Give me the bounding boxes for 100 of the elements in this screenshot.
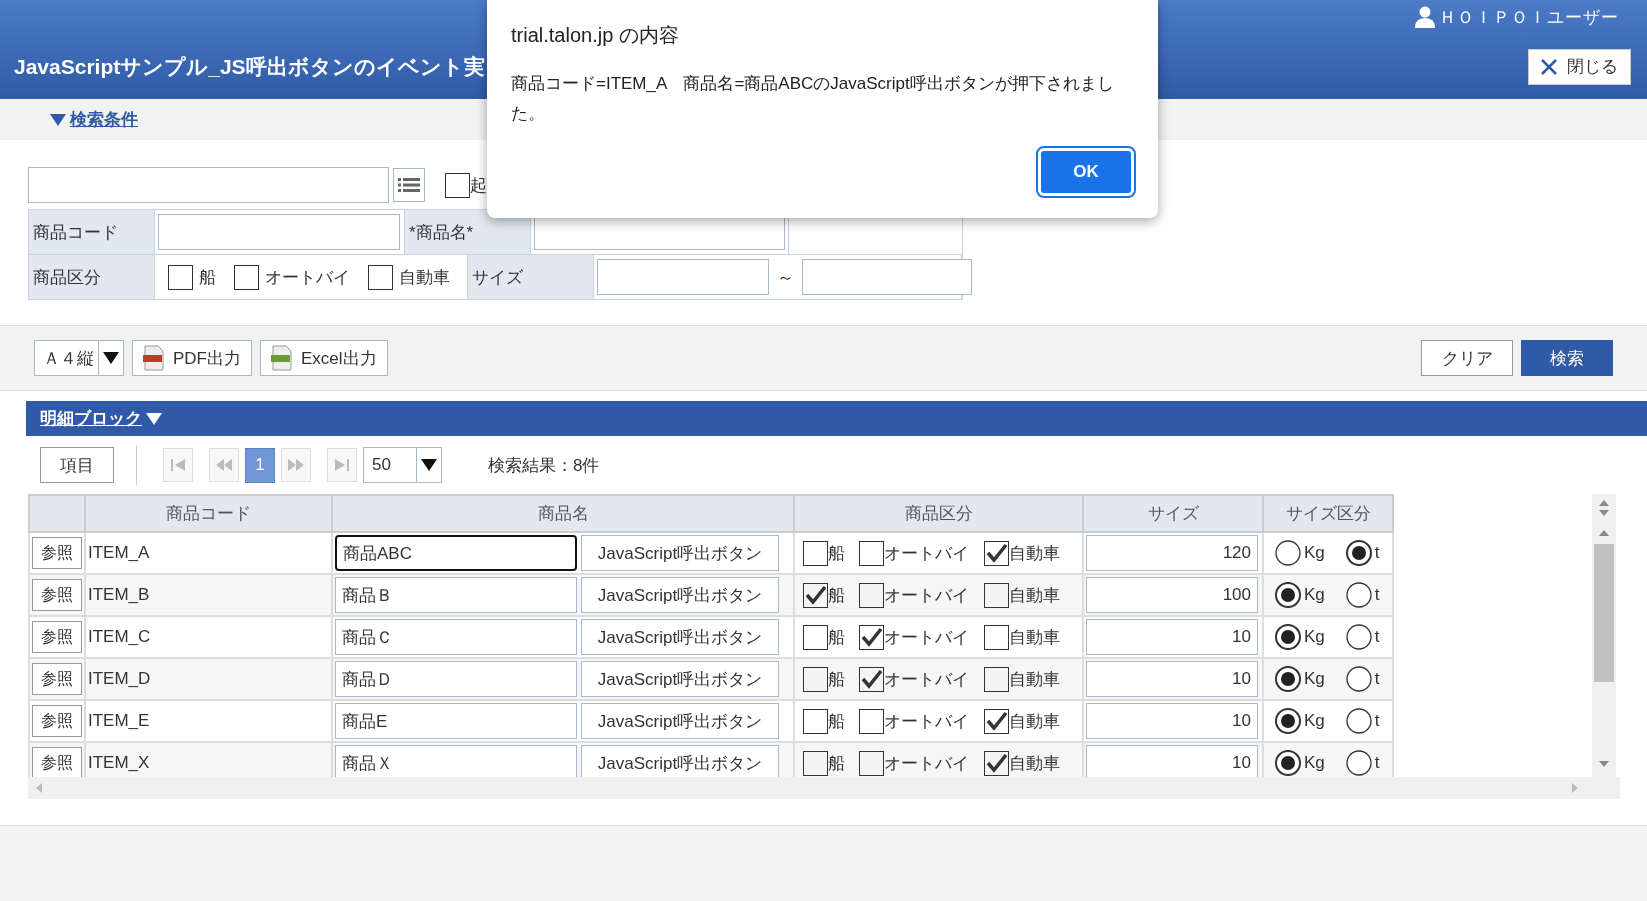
- checkbox[interactable]: [168, 264, 193, 290]
- checkbox[interactable]: [859, 750, 884, 776]
- radio-label: t: [1374, 543, 1380, 563]
- reference-button[interactable]: 参照: [32, 537, 82, 569]
- javascript-call-button[interactable]: JavaScript呼出ボタン: [581, 535, 779, 571]
- option-label: 起: [470, 174, 487, 197]
- paper-size-select[interactable]: Ａ４縦: [34, 340, 124, 376]
- radio-button[interactable]: [1345, 708, 1372, 734]
- checkbox[interactable]: [984, 750, 1009, 776]
- size-input[interactable]: 10: [1086, 619, 1258, 655]
- javascript-call-button[interactable]: JavaScript呼出ボタン: [581, 577, 779, 613]
- checkbox[interactable]: [859, 708, 884, 734]
- checkbox-label: 自動車: [1009, 542, 1060, 565]
- ok-button[interactable]: OK: [1038, 148, 1134, 196]
- size-input[interactable]: 120: [1086, 535, 1258, 571]
- product-name-input[interactable]: 商品Ｃ: [335, 619, 577, 655]
- size-from-field[interactable]: [597, 259, 769, 295]
- field-label: *商品名*: [409, 221, 474, 244]
- export-button[interactable]: PDF出力: [132, 340, 252, 376]
- javascript-call-button[interactable]: JavaScript呼出ボタン: [581, 745, 779, 777]
- radio-button[interactable]: [1345, 582, 1372, 608]
- first-page-icon: [170, 459, 186, 471]
- checkbox[interactable]: [803, 708, 828, 734]
- checkbox[interactable]: [859, 582, 884, 608]
- checkbox-label: オートバイ: [884, 752, 969, 775]
- radio-button[interactable]: [1275, 666, 1301, 692]
- clear-button[interactable]: クリア: [1421, 340, 1513, 376]
- radio-button[interactable]: [1345, 666, 1372, 692]
- checkbox[interactable]: [368, 264, 393, 290]
- vertical-scrollbar[interactable]: [1592, 494, 1616, 777]
- size-input[interactable]: 10: [1086, 745, 1258, 777]
- javascript-call-button[interactable]: JavaScript呼出ボタン: [581, 619, 779, 655]
- checkbox[interactable]: [984, 708, 1009, 734]
- columns-button[interactable]: 項目: [40, 447, 114, 483]
- field-label: サイズ: [472, 266, 523, 289]
- checkbox[interactable]: [984, 582, 1009, 608]
- checkbox[interactable]: [984, 540, 1009, 566]
- checkbox[interactable]: [859, 540, 884, 566]
- checkbox[interactable]: [445, 172, 470, 198]
- radio-button[interactable]: [1275, 624, 1301, 650]
- column-header: 商品区分: [904, 504, 973, 523]
- reference-button[interactable]: 参照: [32, 747, 82, 777]
- size-input[interactable]: 10: [1086, 661, 1258, 697]
- size-input[interactable]: 10: [1086, 703, 1258, 739]
- checkbox[interactable]: [234, 264, 259, 290]
- javascript-call-button[interactable]: JavaScript呼出ボタン: [581, 703, 779, 739]
- search-conditions-link[interactable]: 検索条件: [70, 108, 138, 131]
- file-icon: [143, 345, 165, 371]
- keyword-field[interactable]: [28, 167, 389, 203]
- reference-button[interactable]: 参照: [32, 663, 82, 695]
- list-button[interactable]: [393, 168, 425, 202]
- radio-button[interactable]: [1345, 540, 1372, 566]
- checkbox-label: 自動車: [1009, 752, 1060, 775]
- checkbox[interactable]: [803, 624, 828, 650]
- product-name-input[interactable]: 商品ABC: [335, 535, 577, 571]
- reference-button[interactable]: 参照: [32, 579, 82, 611]
- checkbox[interactable]: [984, 666, 1009, 692]
- table-cell: ITEM_D: [88, 669, 151, 688]
- product-name-input[interactable]: 商品Ｄ: [335, 661, 577, 697]
- javascript-call-button[interactable]: JavaScript呼出ボタン: [581, 661, 779, 697]
- user-name: ＨＯＩＰＯＩユーザー: [1439, 6, 1619, 29]
- rewind-icon: [216, 459, 232, 471]
- reference-button[interactable]: 参照: [32, 621, 82, 653]
- checkbox-label: オートバイ: [884, 584, 969, 607]
- radio-label: Kg: [1304, 585, 1325, 605]
- checkbox-label: 船: [828, 584, 845, 607]
- checkbox[interactable]: [984, 624, 1009, 650]
- column-header: サイズ区分: [1285, 504, 1371, 523]
- checkbox[interactable]: [803, 540, 828, 566]
- product-name-input[interactable]: 商品E: [335, 703, 577, 739]
- checkbox[interactable]: [803, 666, 828, 692]
- page-title: JavaScriptサンプル_JS呼出ボタンのイベント実: [14, 53, 485, 80]
- table-cell: ITEM_C: [88, 627, 151, 646]
- fast-forward-icon: [288, 459, 304, 471]
- radio-button[interactable]: [1275, 750, 1301, 776]
- checkbox[interactable]: [803, 582, 828, 608]
- product-code-field[interactable]: [158, 214, 400, 250]
- radio-button[interactable]: [1345, 624, 1372, 650]
- radio-button[interactable]: [1275, 708, 1301, 734]
- size-to-field[interactable]: [802, 259, 972, 295]
- radio-button[interactable]: [1275, 540, 1301, 566]
- radio-button[interactable]: [1275, 582, 1301, 608]
- search-button[interactable]: 検索: [1521, 340, 1613, 376]
- detail-block-link[interactable]: 明細ブロック: [40, 407, 142, 430]
- column-header: 商品名: [537, 504, 589, 523]
- checkbox[interactable]: [859, 666, 884, 692]
- export-button[interactable]: Excel出力: [260, 340, 388, 376]
- field-label: 商品区分: [33, 266, 101, 289]
- checkbox[interactable]: [859, 624, 884, 650]
- product-name-input[interactable]: 商品Ｘ: [335, 745, 577, 777]
- checkbox[interactable]: [803, 750, 828, 776]
- product-name-input[interactable]: 商品Ｂ: [335, 577, 577, 613]
- radio-label: Kg: [1304, 753, 1325, 773]
- close-button[interactable]: 閉じる: [1528, 48, 1631, 85]
- radio-label: t: [1374, 585, 1380, 605]
- user-icon: [1415, 6, 1435, 28]
- size-input[interactable]: 100: [1086, 577, 1258, 613]
- radio-button[interactable]: [1345, 750, 1372, 776]
- reference-button[interactable]: 参照: [32, 705, 82, 737]
- page-size-select[interactable]: 50: [363, 447, 442, 483]
